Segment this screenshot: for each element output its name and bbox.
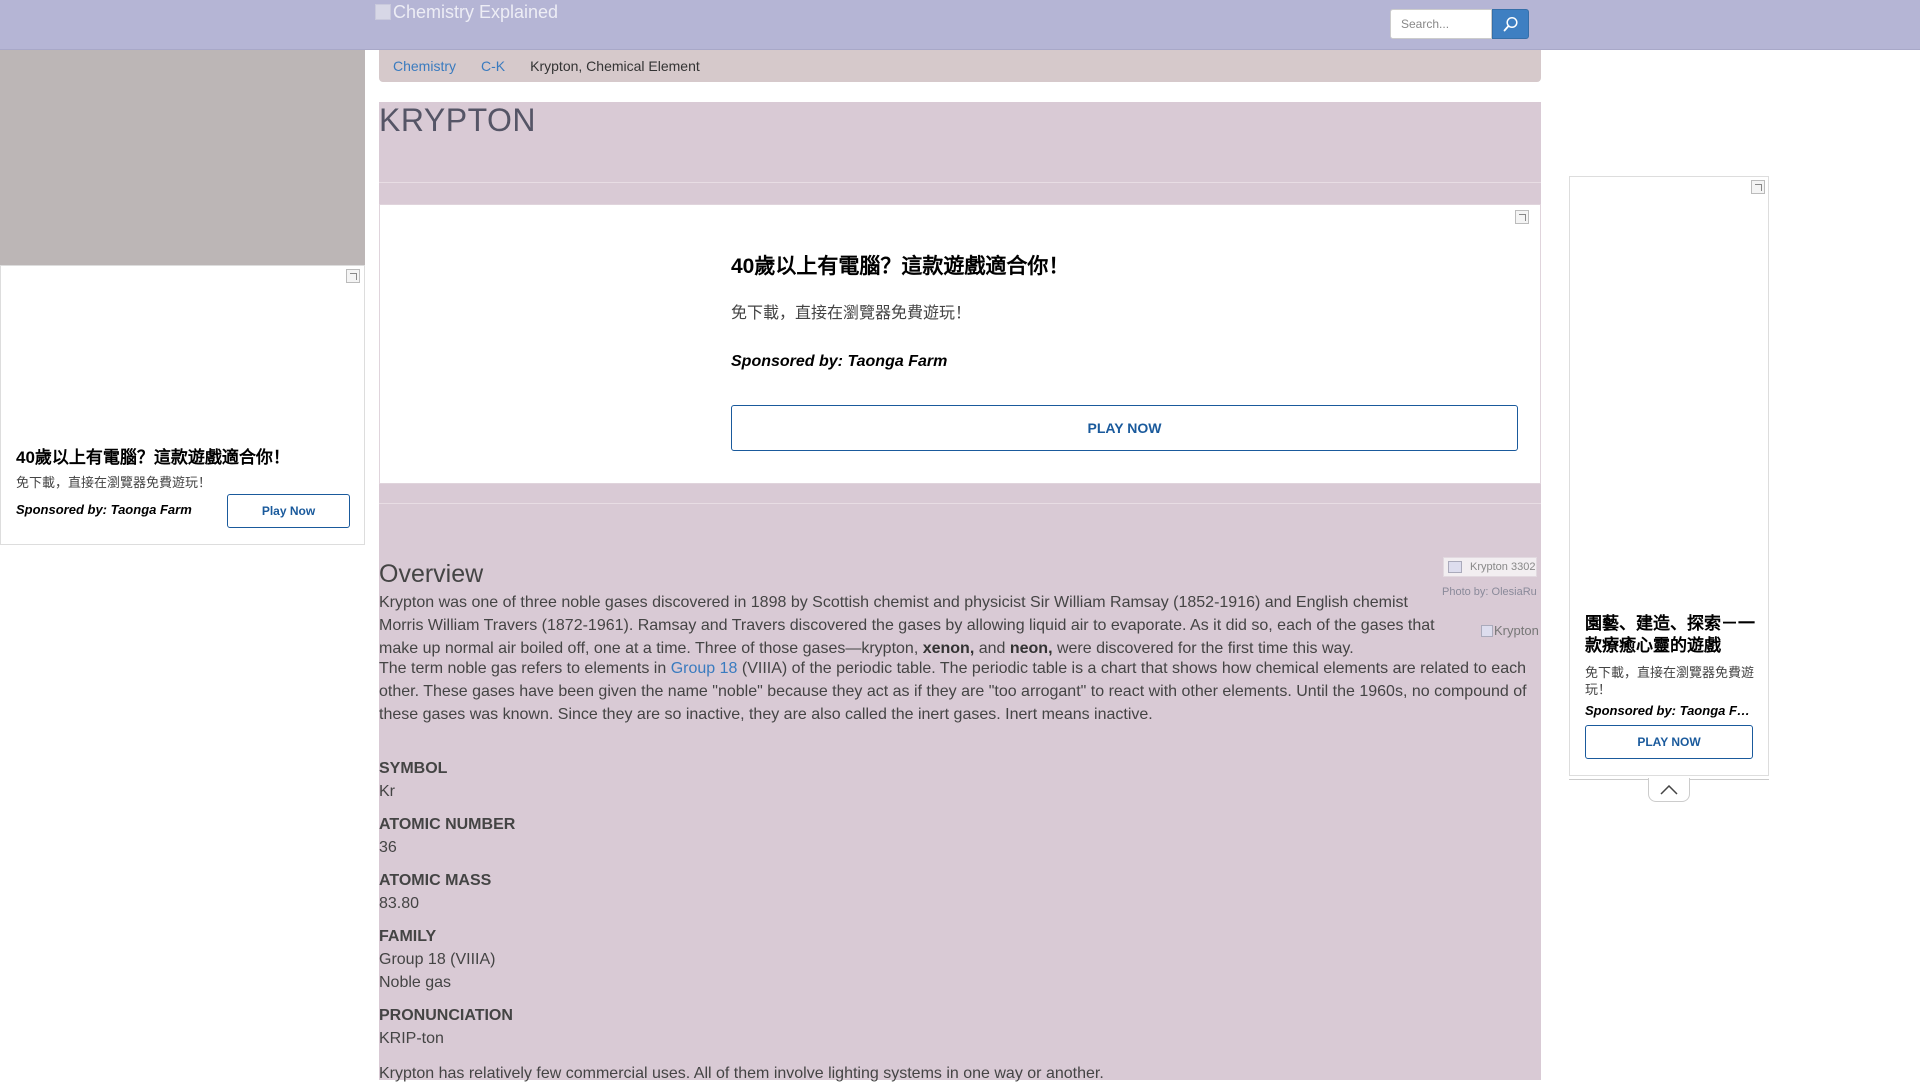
- atomic-mass-label: ATOMIC MASS: [379, 872, 492, 889]
- photo-caption: Krypton 3302: [1470, 561, 1536, 573]
- element-image-alt: Krypton: [1494, 623, 1539, 638]
- paragraph-noble-gas: The term noble gas refers to elements in…: [379, 657, 1541, 726]
- collapse-ad-button[interactable]: [1648, 778, 1690, 802]
- ad-sponsor: Sponsored by: Taonga Farm: [731, 353, 948, 370]
- left-advertisement[interactable]: 40歲以上有電腦？這款遊戲適合你！ 免下載，直接在瀏覽器免費遊玩！ Sponso…: [0, 265, 365, 545]
- adchoices-icon[interactable]: [1751, 180, 1765, 194]
- ad-play-button[interactable]: PLAY NOW: [1585, 725, 1753, 759]
- right-advertisement[interactable]: 園藝、建造、探索－一款療癒心靈的遊戲 免下載，直接在瀏覽器免費遊玩！ Spons…: [1569, 176, 1769, 776]
- paragraph-text: The term noble gas refers to elements in: [379, 660, 671, 677]
- photo-credit: Photo by: OlesiaRu: [1442, 586, 1537, 598]
- paragraph-uses: Krypton has relatively few commercial us…: [379, 1065, 1104, 1082]
- ad-subtitle: 免下載，直接在瀏覽器免費遊玩！: [1585, 665, 1755, 697]
- family-value-group: Group 18 (VIIIA): [379, 951, 496, 968]
- breadcrumb-link-chemistry[interactable]: Chemistry: [393, 58, 456, 74]
- symbol-label: SYMBOL: [379, 760, 448, 777]
- symbol-value: Kr: [379, 783, 395, 800]
- broken-image-icon: [375, 4, 391, 20]
- ad-title[interactable]: 40歲以上有電腦？這款遊戲適合你！: [16, 443, 290, 468]
- broken-image-icon: [1481, 624, 1493, 637]
- atomic-mass-value: 83.80: [379, 895, 420, 912]
- paragraph-text: were discovered for the first time this …: [1052, 640, 1354, 657]
- breadcrumb-link-c-k[interactable]: C-K: [481, 58, 505, 74]
- element-image: Krypton: [1481, 623, 1539, 638]
- broken-image-icon: [1448, 561, 1462, 573]
- site-logo[interactable]: Chemistry Explained: [375, 1, 558, 23]
- overview-heading: Overview: [379, 560, 484, 588]
- atomic-number-label: ATOMIC NUMBER: [379, 816, 516, 833]
- ad-title[interactable]: 40歲以上有電腦？這款遊戲適合你！: [731, 250, 1069, 280]
- page-title: KRYPTON: [379, 102, 537, 138]
- bold-term-xenon: xenon,: [922, 640, 975, 657]
- family-label: FAMILY: [379, 928, 437, 945]
- paragraph-discovery: Krypton was one of three noble gases dis…: [379, 591, 1441, 660]
- ad-subtitle: 免下載，直接在瀏覽器免費遊玩！: [731, 305, 972, 322]
- ad-title[interactable]: 園藝、建造、探索－一款療癒心靈的遊戲: [1585, 613, 1755, 657]
- pronunciation-value: KRIP-ton: [379, 1030, 444, 1047]
- ad-play-button[interactable]: Play Now: [227, 494, 350, 528]
- search-input[interactable]: [1390, 9, 1492, 39]
- breadcrumb: Chemistry C-K Krypton, Chemical Element: [379, 50, 1541, 82]
- search-button[interactable]: [1492, 9, 1529, 39]
- content-advertisement[interactable]: 40歲以上有電腦？這款遊戲適合你！ 免下載，直接在瀏覽器免費遊玩！ Sponso…: [379, 204, 1541, 484]
- photo-thumbnail[interactable]: Krypton 3302: [1443, 557, 1537, 577]
- photo-credit-name: OlesiaRu: [1491, 586, 1537, 598]
- ad-subtitle: 免下載，直接在瀏覽器免費遊玩！: [16, 475, 212, 490]
- adchoices-icon[interactable]: [346, 269, 360, 283]
- ad-sponsor: Sponsored by: Taonga Farm: [16, 502, 192, 517]
- photo-credit-prefix: Photo by:: [1442, 586, 1492, 598]
- atomic-number-value: 36: [379, 839, 397, 856]
- ad-play-button[interactable]: PLAY NOW: [731, 405, 1518, 451]
- pronunciation-label: PRONUNCIATION: [379, 1007, 513, 1024]
- divider: [379, 182, 1541, 183]
- breadcrumb-current: Krypton, Chemical Element: [530, 58, 700, 74]
- search-icon: [1503, 16, 1518, 32]
- top-navbar: Chemistry Explained: [0, 0, 1920, 50]
- group-18-link[interactable]: Group 18: [671, 660, 738, 677]
- main-content: KRYPTON 40歲以上有電腦？這款遊戲適合你！ 免下載，直接在瀏覽器免費遊玩…: [379, 102, 1541, 1082]
- paragraph-text: and: [974, 640, 1010, 657]
- divider: [379, 503, 1541, 504]
- logo-alt-text: Chemistry Explained: [393, 1, 559, 22]
- bold-term-neon: neon,: [1009, 640, 1053, 657]
- adchoices-icon[interactable]: [1515, 210, 1529, 224]
- chevron-up-icon: [1660, 784, 1678, 795]
- ad-sponsor: Sponsored by: Taonga Farm: [1585, 703, 1757, 718]
- left-sidebar-block: [0, 50, 365, 266]
- family-value-type: Noble gas: [379, 974, 452, 991]
